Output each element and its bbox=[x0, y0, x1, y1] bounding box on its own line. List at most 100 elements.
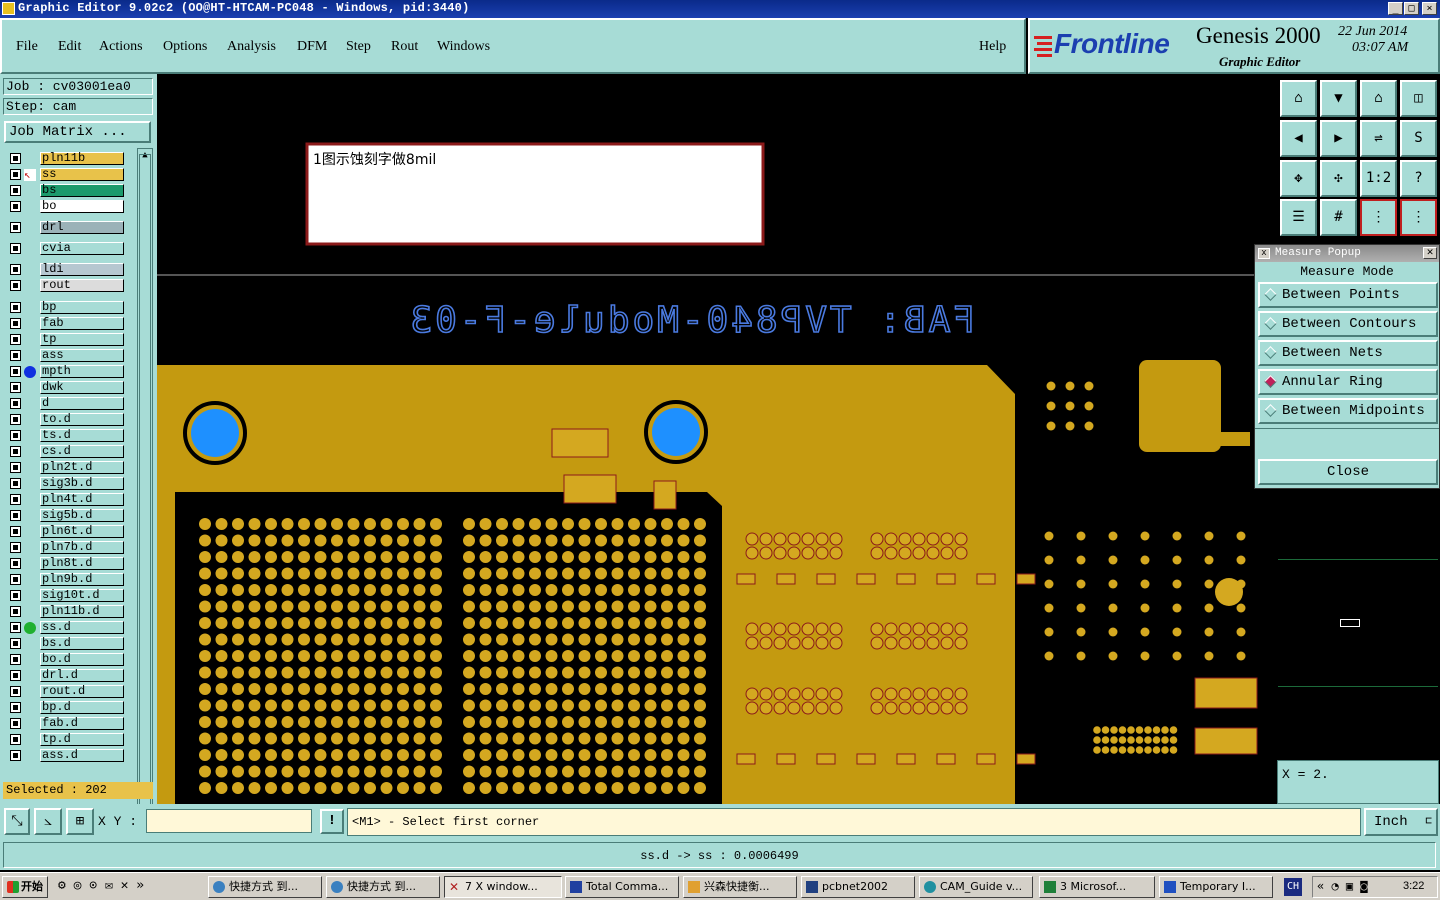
layer-checkbox[interactable] bbox=[10, 318, 21, 329]
layer-row-fab-d[interactable]: fab.d bbox=[4, 717, 128, 731]
tray-icons[interactable]: « ◔ ▣ ◙ bbox=[1317, 879, 1368, 893]
layer-checkbox[interactable] bbox=[10, 430, 21, 441]
layer-name[interactable]: pln6t.d bbox=[40, 525, 124, 538]
layer-name[interactable]: cs.d bbox=[40, 445, 124, 458]
task-temporary[interactable]: Temporary I... bbox=[1159, 876, 1273, 898]
layer-checkbox[interactable] bbox=[10, 542, 21, 553]
pan-left-icon[interactable]: ◀ bbox=[1280, 120, 1317, 157]
layer-name[interactable]: ass.d bbox=[40, 749, 124, 762]
layer-name[interactable]: drl bbox=[40, 221, 124, 234]
layer-row-d[interactable]: d bbox=[4, 397, 128, 411]
layer-checkbox[interactable] bbox=[10, 185, 21, 196]
settings-icon[interactable]: ☰ bbox=[1280, 199, 1317, 236]
layer-name[interactable]: rout bbox=[40, 279, 124, 292]
layer-name[interactable]: pln4t.d bbox=[40, 493, 124, 506]
layer-checkbox[interactable] bbox=[10, 350, 21, 361]
zoom-down-icon[interactable]: ▼ bbox=[1320, 80, 1357, 117]
layer-name[interactable]: pln11b.d bbox=[40, 605, 124, 618]
layer-checkbox[interactable] bbox=[10, 280, 21, 291]
layer-name[interactable]: bp.d bbox=[40, 701, 124, 714]
graphic-canvas[interactable]: 1图示蚀刻字做8mil FAB: TVP840-Module-F-03 bbox=[157, 74, 1276, 804]
layer-name[interactable]: pln11b bbox=[40, 152, 124, 165]
layer-row-drl-d[interactable]: drl.d bbox=[4, 669, 128, 683]
scroll-thumb[interactable] bbox=[139, 154, 151, 854]
layer-name[interactable]: fab.d bbox=[40, 717, 124, 730]
layer-checkbox[interactable] bbox=[10, 398, 21, 409]
layer-name[interactable]: dwk bbox=[40, 381, 124, 394]
layer-checkbox[interactable] bbox=[10, 201, 21, 212]
layer-row-bo[interactable]: bo bbox=[4, 200, 128, 214]
layer-row-sig5b-d[interactable]: sig5b.d bbox=[4, 509, 128, 523]
task-shortcut-2[interactable]: 快捷方式 到... bbox=[326, 876, 440, 898]
layer-row-cvia[interactable]: cvia bbox=[4, 242, 128, 256]
layer-row-rout-d[interactable]: rout.d bbox=[4, 685, 128, 699]
snap-grid-icon[interactable]: ⊞ bbox=[66, 808, 94, 835]
layer-row-bs-d[interactable]: bs.d bbox=[4, 637, 128, 651]
layer-row-drl[interactable]: drl bbox=[4, 221, 128, 235]
layer-name[interactable]: bo.d bbox=[40, 653, 124, 666]
layer-name[interactable]: sig3b.d bbox=[40, 477, 124, 490]
layer-checkbox[interactable] bbox=[10, 494, 21, 505]
layer-name[interactable]: rout.d bbox=[40, 685, 124, 698]
layer-name[interactable]: tp bbox=[40, 333, 124, 346]
layer-name[interactable]: bo bbox=[40, 200, 124, 213]
layer-row-sig10t-d[interactable]: sig10t.d bbox=[4, 589, 128, 603]
layer-checkbox[interactable] bbox=[10, 414, 21, 425]
layer-checkbox[interactable] bbox=[10, 702, 21, 713]
layer-row-ss-d[interactable]: ss.d bbox=[4, 621, 128, 635]
net-connect-icon[interactable]: ⋮ bbox=[1400, 199, 1437, 236]
layer-name[interactable]: ss bbox=[40, 168, 124, 181]
layer-name[interactable]: drl.d bbox=[40, 669, 124, 682]
layer-row-pln9b-d[interactable]: pln9b.d bbox=[4, 573, 128, 587]
layer-checkbox[interactable] bbox=[10, 382, 21, 393]
menu-help[interactable]: Help bbox=[979, 39, 1006, 55]
layer-checkbox[interactable] bbox=[10, 750, 21, 761]
layer-name[interactable]: pln2t.d bbox=[40, 461, 124, 474]
layer-checkbox[interactable] bbox=[10, 686, 21, 697]
pan-right-icon[interactable]: ▶ bbox=[1320, 120, 1357, 157]
layer-checkbox[interactable] bbox=[10, 334, 21, 345]
layer-row-cs-d[interactable]: cs.d bbox=[4, 445, 128, 459]
layer-row-ts-d[interactable]: ts.d bbox=[4, 429, 128, 443]
layer-name[interactable]: pln7b.d bbox=[40, 541, 124, 554]
layer-row-bp-d[interactable]: bp.d bbox=[4, 701, 128, 715]
layer-row-ass[interactable]: ass bbox=[4, 349, 128, 363]
layer-name[interactable]: cvia bbox=[40, 242, 124, 255]
task-cam-guide[interactable]: CAM_Guide v... bbox=[919, 876, 1033, 898]
layer-checkbox[interactable] bbox=[10, 366, 21, 377]
layer-checkbox[interactable] bbox=[10, 590, 21, 601]
close-window-button[interactable]: × bbox=[1422, 2, 1437, 15]
layer-row-sig3b-d[interactable]: sig3b.d bbox=[4, 477, 128, 491]
menu-windows[interactable]: Windows bbox=[437, 39, 490, 55]
layer-row-pln2t-d[interactable]: pln2t.d bbox=[4, 461, 128, 475]
menu-actions[interactable]: Actions bbox=[99, 39, 143, 55]
layer-name[interactable]: bp bbox=[40, 301, 124, 314]
menu-analysis[interactable]: Analysis bbox=[227, 39, 276, 55]
snap-icon[interactable]: S bbox=[1400, 120, 1437, 157]
zoom-fit-icon[interactable]: ✥ bbox=[1280, 160, 1317, 197]
layer-row-dwk[interactable]: dwk bbox=[4, 381, 128, 395]
menu-step[interactable]: Step bbox=[346, 39, 371, 55]
layer-list-scrollbar[interactable]: ▲ ▼ bbox=[137, 148, 153, 854]
layer-checkbox[interactable] bbox=[10, 462, 21, 473]
layer-name[interactable]: pln8t.d bbox=[40, 557, 124, 570]
home-view-icon[interactable]: ⌂ bbox=[1360, 80, 1397, 117]
layer-checkbox[interactable] bbox=[10, 478, 21, 489]
layer-row-pln11b[interactable]: pln11b bbox=[4, 152, 128, 166]
help-query-icon[interactable]: ? bbox=[1400, 160, 1437, 197]
layer-row-pln6t-d[interactable]: pln6t.d bbox=[4, 525, 128, 539]
layer-checkbox[interactable] bbox=[10, 670, 21, 681]
layer-checkbox[interactable] bbox=[10, 446, 21, 457]
snap-mode-icon[interactable]: ⤡ bbox=[4, 808, 30, 835]
layer-name[interactable]: ldi bbox=[40, 263, 124, 276]
layer-row-ass-d[interactable]: ass.d bbox=[4, 749, 128, 763]
layer-checkbox[interactable] bbox=[10, 169, 21, 180]
layer-row-rout[interactable]: rout bbox=[4, 279, 128, 293]
layer-checkbox[interactable] bbox=[10, 574, 21, 585]
layer-checkbox[interactable] bbox=[10, 638, 21, 649]
popup-menu-icon[interactable]: x bbox=[1258, 248, 1270, 259]
scale-one-two-icon[interactable]: 1:2 bbox=[1360, 160, 1397, 197]
close-popup-icon[interactable]: ✕ bbox=[1423, 247, 1437, 259]
layer-row-pln7b-d[interactable]: pln7b.d bbox=[4, 541, 128, 555]
task-total-commander[interactable]: Total Comma... bbox=[565, 876, 679, 898]
